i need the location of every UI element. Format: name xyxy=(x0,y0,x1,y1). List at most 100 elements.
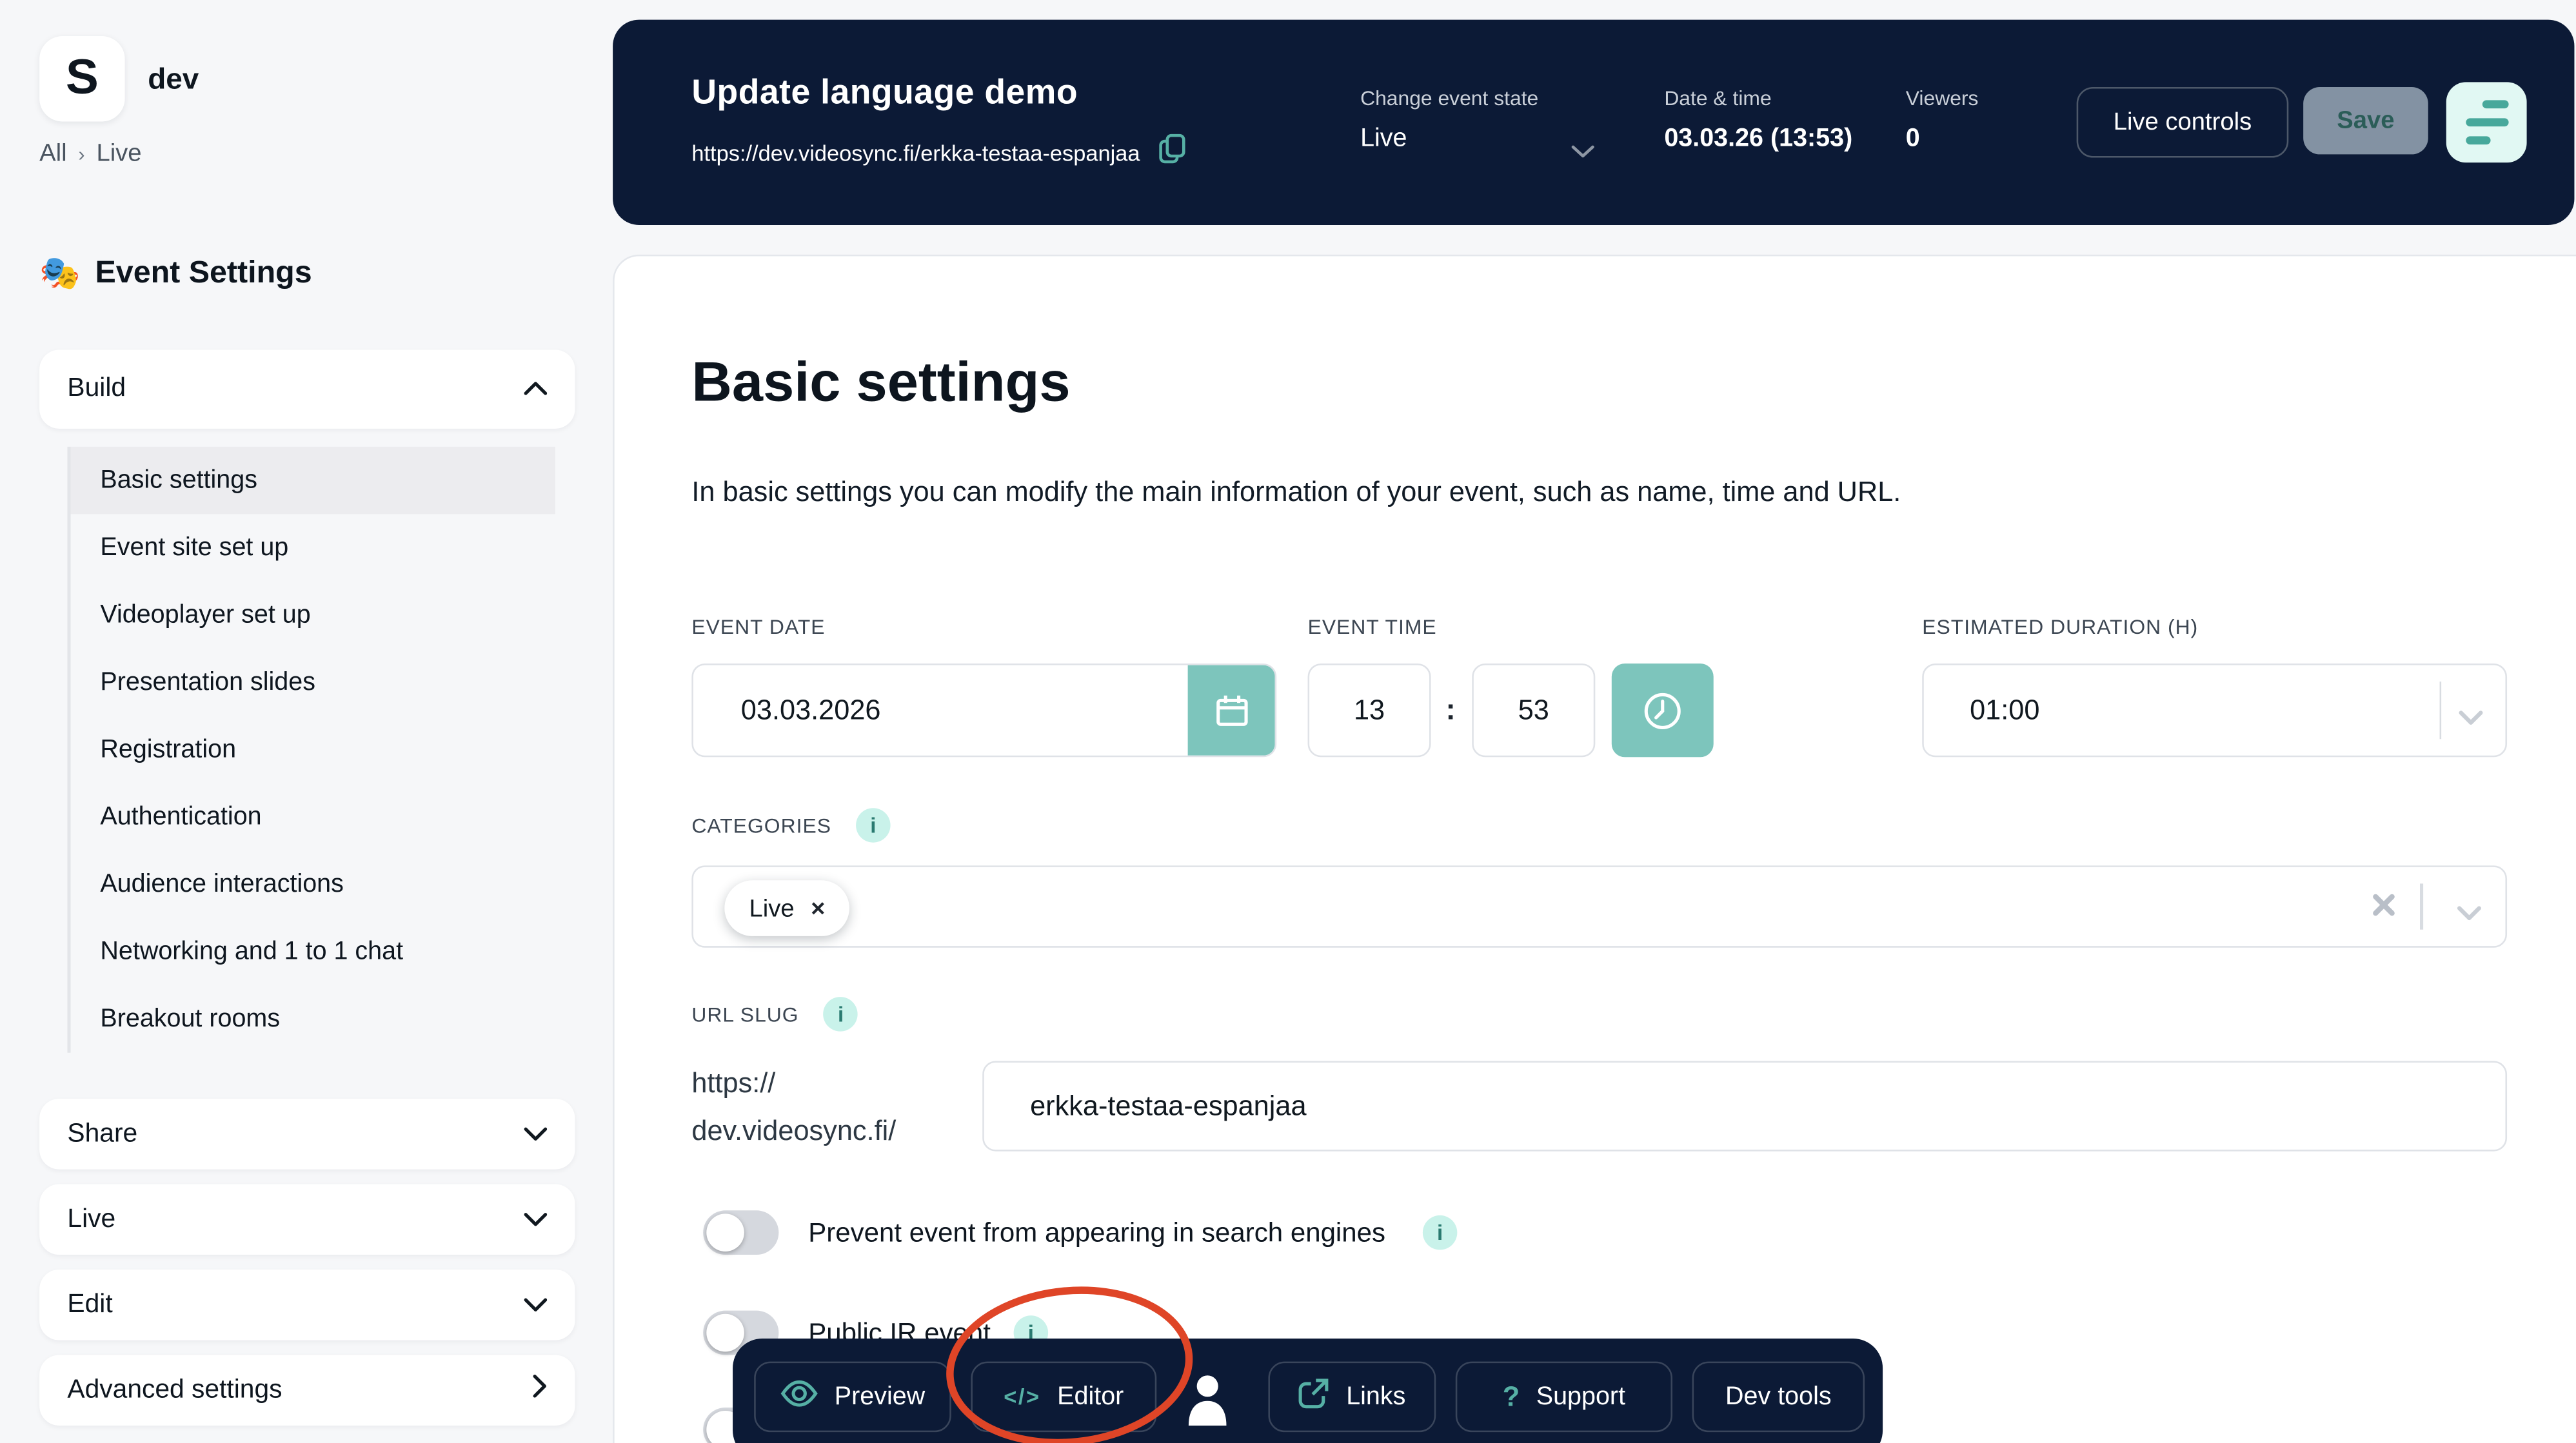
sidebar-section-live-label: Live xyxy=(67,1204,115,1234)
url-slug-prefix-line1: https:// xyxy=(691,1059,896,1107)
time-separator: : xyxy=(1436,663,1465,757)
url-slug-prefix: https:// dev.videosync.fi/ xyxy=(691,1059,896,1155)
event-minute-input[interactable] xyxy=(1474,665,1594,756)
chevron-down-icon[interactable] xyxy=(2458,705,2484,734)
sidebar-item-presentation-slides[interactable]: Presentation slides xyxy=(71,649,555,716)
clear-icon[interactable] xyxy=(2371,892,2397,926)
sidebar-item-authentication[interactable]: Authentication xyxy=(71,783,555,850)
breadcrumb-current[interactable]: Live xyxy=(96,140,141,168)
divider xyxy=(2439,682,2441,739)
chevron-down-icon xyxy=(524,1204,548,1234)
workspace-name: dev xyxy=(148,36,199,121)
url-slug-label: URL SLUG xyxy=(691,1003,798,1026)
support-button-label: Support xyxy=(1536,1382,1625,1411)
menu-lines-button[interactable] xyxy=(2446,82,2527,162)
categories-label: CATEGORIES xyxy=(691,814,831,837)
preview-button-label: Preview xyxy=(835,1382,925,1411)
event-url-row: https://dev.videosync.fi/erkka-testaa-es… xyxy=(691,133,1185,172)
person-icon[interactable] xyxy=(1186,1373,1229,1433)
sidebar-item-basic-settings[interactable]: Basic settings xyxy=(71,447,555,514)
viewers-value: 0 xyxy=(1906,125,1920,155)
sidebar-section-share-label: Share xyxy=(67,1119,137,1149)
chevron-down-icon xyxy=(524,1290,548,1320)
sidebar-section-edit[interactable]: Edit xyxy=(39,1270,575,1340)
sidebar-item-videoplayer-set-up[interactable]: Videoplayer set up xyxy=(71,582,555,649)
state-value[interactable]: Live xyxy=(1360,125,1407,155)
code-icon: </> xyxy=(1004,1384,1040,1409)
sidebar-section-build[interactable]: Build xyxy=(39,350,575,429)
question-mark-icon: ? xyxy=(1503,1380,1520,1413)
datetime-label: Date & time xyxy=(1664,87,1771,110)
search-engines-info-icon[interactable]: i xyxy=(1423,1215,1457,1250)
event-hour-field xyxy=(1308,663,1431,757)
chevron-up-icon xyxy=(524,375,548,404)
clock-icon xyxy=(1641,689,1684,732)
event-settings-title: 🎭 Event Settings xyxy=(39,253,312,294)
event-title: Update language demo xyxy=(691,74,1078,113)
basic-settings-panel xyxy=(613,255,2576,1443)
sidebar-section-share[interactable]: Share xyxy=(39,1099,575,1170)
sidebar-item-breakout-rooms[interactable]: Breakout rooms xyxy=(71,985,555,1052)
chevron-down-icon[interactable] xyxy=(1570,138,1595,168)
event-date-field xyxy=(691,663,1276,757)
build-subnav: Basic settings Event site set up Videopl… xyxy=(67,447,555,1053)
sidebar-item-registration[interactable]: Registration xyxy=(71,716,555,783)
categories-info-icon[interactable]: i xyxy=(856,808,890,842)
event-time-label: EVENT TIME xyxy=(1308,616,1437,639)
divider xyxy=(2420,883,2423,929)
live-controls-button[interactable]: Live controls xyxy=(2077,87,2289,158)
event-minute-field xyxy=(1472,663,1595,757)
event-hour-input[interactable] xyxy=(1309,665,1429,756)
links-button[interactable]: Links xyxy=(1268,1362,1436,1433)
dev-tools-button-label: Dev tools xyxy=(1725,1382,1832,1411)
masks-emoji-icon: 🎭 xyxy=(39,253,80,294)
breadcrumb: All › Live xyxy=(39,140,141,168)
event-settings-title-text: Event Settings xyxy=(95,255,312,291)
time-picker-button[interactable] xyxy=(1612,663,1714,757)
sidebar-section-build-label: Build xyxy=(67,375,126,404)
duration-label: ESTIMATED DURATION (H) xyxy=(1922,616,2198,639)
url-slug-prefix-line2: dev.videosync.fi/ xyxy=(691,1107,896,1155)
duration-select[interactable]: 01:00 xyxy=(1922,663,2507,757)
breadcrumb-separator: › xyxy=(78,142,84,165)
sidebar-item-networking[interactable]: Networking and 1 to 1 chat xyxy=(71,918,555,985)
external-link-icon xyxy=(1298,1377,1329,1417)
state-label: Change event state xyxy=(1360,87,1538,110)
save-button[interactable]: Save xyxy=(2303,87,2428,154)
categories-field[interactable]: Live × xyxy=(691,865,2507,947)
url-slug-input[interactable] xyxy=(984,1063,2506,1150)
sidebar-section-edit-label: Edit xyxy=(67,1290,112,1320)
search-engines-toggle[interactable] xyxy=(703,1210,778,1255)
page-description: In basic settings you can modify the mai… xyxy=(691,476,1901,509)
category-chip-live[interactable]: Live × xyxy=(724,880,849,936)
url-slug-field xyxy=(982,1061,2507,1151)
dev-toolbar: Preview </> Editor Links ? Suppor xyxy=(733,1339,1883,1443)
eye-icon xyxy=(780,1379,818,1415)
chevron-down-icon xyxy=(524,1119,548,1149)
app-logo-letter: S xyxy=(66,51,99,107)
sidebar-section-live[interactable]: Live xyxy=(39,1184,575,1255)
preview-button[interactable]: Preview xyxy=(754,1362,951,1433)
dev-tools-button[interactable]: Dev tools xyxy=(1692,1362,1865,1433)
event-url[interactable]: https://dev.videosync.fi/erkka-testaa-es… xyxy=(691,141,1140,165)
copy-icon[interactable] xyxy=(1158,133,1186,172)
support-button[interactable]: ? Support xyxy=(1456,1362,1672,1433)
chip-remove-icon[interactable]: × xyxy=(811,894,825,922)
chevron-down-icon[interactable] xyxy=(2456,900,2482,930)
app-logo[interactable]: S xyxy=(39,36,124,121)
categories-label-row: CATEGORIES i xyxy=(691,808,890,842)
calendar-button[interactable] xyxy=(1188,665,1275,756)
url-slug-info-icon[interactable]: i xyxy=(824,997,858,1031)
sidebar-item-audience-interactions[interactable]: Audience interactions xyxy=(71,850,555,918)
sidebar-section-advanced-settings[interactable]: Advanced settings xyxy=(39,1355,575,1426)
category-chip-label: Live xyxy=(749,894,795,922)
app-root: S dev All › Live 🎭 Event Settings Build … xyxy=(0,0,2576,1443)
page-title: Basic settings xyxy=(691,351,1070,415)
links-button-label: Links xyxy=(1346,1382,1405,1411)
search-engines-toggle-label: Prevent event from appearing in search e… xyxy=(808,1219,1385,1250)
sidebar-item-event-site-set-up[interactable]: Event site set up xyxy=(71,514,555,581)
duration-value: 01:00 xyxy=(1970,665,2039,756)
event-date-label: EVENT DATE xyxy=(691,616,825,639)
editor-button[interactable]: </> Editor xyxy=(971,1362,1156,1433)
breadcrumb-all[interactable]: All xyxy=(39,140,66,168)
